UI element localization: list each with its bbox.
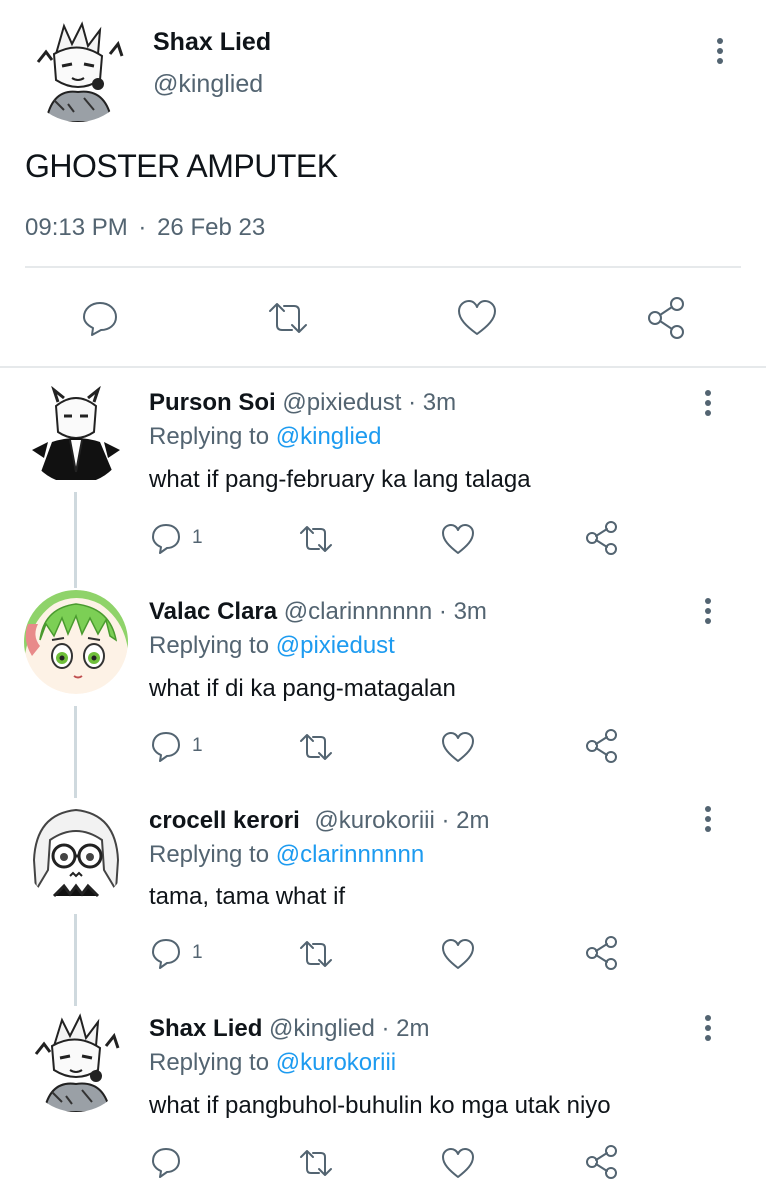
replying-to: Replying to @kurokoriii <box>149 1049 396 1077</box>
like-icon[interactable] <box>456 298 498 338</box>
thread-line <box>74 706 77 798</box>
tweet-date: 26 Feb 23 <box>157 214 266 241</box>
like-icon[interactable] <box>440 937 476 971</box>
retweet-icon[interactable] <box>266 298 310 338</box>
more-options-icon[interactable] <box>708 38 732 68</box>
tweet-timestamp[interactable]: 09:13 PM · 26 Feb 23 <box>25 214 265 242</box>
replying-to-link[interactable]: @clarinnnnnn <box>276 841 424 868</box>
reply-icon[interactable] <box>150 730 182 764</box>
reply-icon[interactable] <box>80 298 120 338</box>
timestamp-separator: · <box>138 214 147 241</box>
reply-author-name[interactable]: Valac Clara <box>149 598 277 625</box>
reply-icon[interactable] <box>150 937 182 971</box>
like-icon[interactable] <box>440 522 476 556</box>
reply-author-name[interactable]: Purson Soi <box>149 389 276 416</box>
reply-header: crocell kerori @kurokoriii · 2m <box>149 807 490 835</box>
reply-author-name[interactable]: Shax Lied <box>149 1015 262 1042</box>
reply-text: what if pangbuhol-buhulin ko mga utak ni… <box>149 1092 611 1119</box>
replying-to: Replying to @kinglied <box>149 423 382 451</box>
replying-to-label: Replying to <box>149 1049 270 1076</box>
tweet-text: GHOSTER AMPUTEK <box>25 148 338 184</box>
header-separator: · <box>438 598 447 625</box>
reply-text: what if di ka pang-matagalan <box>149 675 456 702</box>
replying-to-link[interactable]: @kinglied <box>276 423 382 450</box>
replying-to-label: Replying to <box>149 841 270 868</box>
reply-header: Purson Soi @pixiedust · 3m <box>149 389 456 417</box>
tweet-time: 09:13 PM <box>25 214 128 241</box>
header-separator: · <box>381 1015 390 1042</box>
avatar-shax-lied[interactable] <box>24 14 132 122</box>
retweet-icon[interactable] <box>298 522 334 556</box>
reply-author-name[interactable]: crocell kerori <box>149 807 300 834</box>
reply-count: 1 <box>192 527 203 548</box>
share-icon[interactable] <box>584 1144 620 1180</box>
reply-count: 1 <box>192 735 203 756</box>
thread-line <box>74 492 77 588</box>
like-icon[interactable] <box>440 1146 476 1180</box>
share-icon[interactable] <box>646 296 688 340</box>
retweet-icon[interactable] <box>298 730 334 764</box>
main-author-name[interactable]: Shax Lied <box>153 28 271 57</box>
more-options-icon[interactable] <box>696 390 720 420</box>
reply-author-handle[interactable]: @kurokoriii <box>314 807 434 834</box>
reply-time[interactable]: 2m <box>396 1015 429 1042</box>
reply-header: Shax Lied @kinglied · 2m <box>149 1015 429 1043</box>
header-separator: · <box>441 807 450 834</box>
reply-time[interactable]: 3m <box>454 598 487 625</box>
avatar-valac-clara[interactable] <box>24 590 128 694</box>
reply-text: tama, tama what if <box>149 883 346 910</box>
reply-icon[interactable] <box>150 1146 182 1180</box>
like-icon[interactable] <box>440 730 476 764</box>
more-options-icon[interactable] <box>696 1015 720 1045</box>
share-icon[interactable] <box>584 935 620 971</box>
reply-icon[interactable] <box>150 522 182 556</box>
avatar-purson-soi[interactable] <box>24 380 128 484</box>
reply-author-handle[interactable]: @kinglied <box>269 1015 375 1042</box>
replying-to-link[interactable]: @kurokoriii <box>276 1049 396 1076</box>
reply-count: 1 <box>192 942 203 963</box>
replying-to-link[interactable]: @pixiedust <box>276 632 395 659</box>
retweet-icon[interactable] <box>298 1146 334 1180</box>
more-options-icon[interactable] <box>696 598 720 628</box>
reply-text: what if pang-february ka lang talaga <box>149 466 531 493</box>
reply-time[interactable]: 2m <box>456 807 489 834</box>
retweet-icon[interactable] <box>298 937 334 971</box>
reply-author-handle[interactable]: @pixiedust <box>282 389 401 416</box>
reply-header: Valac Clara @clarinnnnnn · 3m <box>149 598 487 626</box>
thread-line <box>74 914 77 1006</box>
avatar-shax-lied[interactable] <box>24 1008 128 1112</box>
avatar-crocell-kerori[interactable] <box>24 800 128 904</box>
replying-to: Replying to @pixiedust <box>149 632 395 660</box>
more-options-icon[interactable] <box>696 806 720 836</box>
header-separator: · <box>408 389 417 416</box>
replying-to-label: Replying to <box>149 632 270 659</box>
share-icon[interactable] <box>584 520 620 556</box>
share-icon[interactable] <box>584 728 620 764</box>
main-author-handle[interactable]: @kinglied <box>153 70 263 99</box>
reply-time[interactable]: 3m <box>423 389 456 416</box>
replying-to-label: Replying to <box>149 423 270 450</box>
divider <box>25 266 741 268</box>
replying-to: Replying to @clarinnnnnn <box>149 841 424 869</box>
section-divider <box>0 366 766 368</box>
reply-author-handle[interactable]: @clarinnnnnn <box>284 598 432 625</box>
